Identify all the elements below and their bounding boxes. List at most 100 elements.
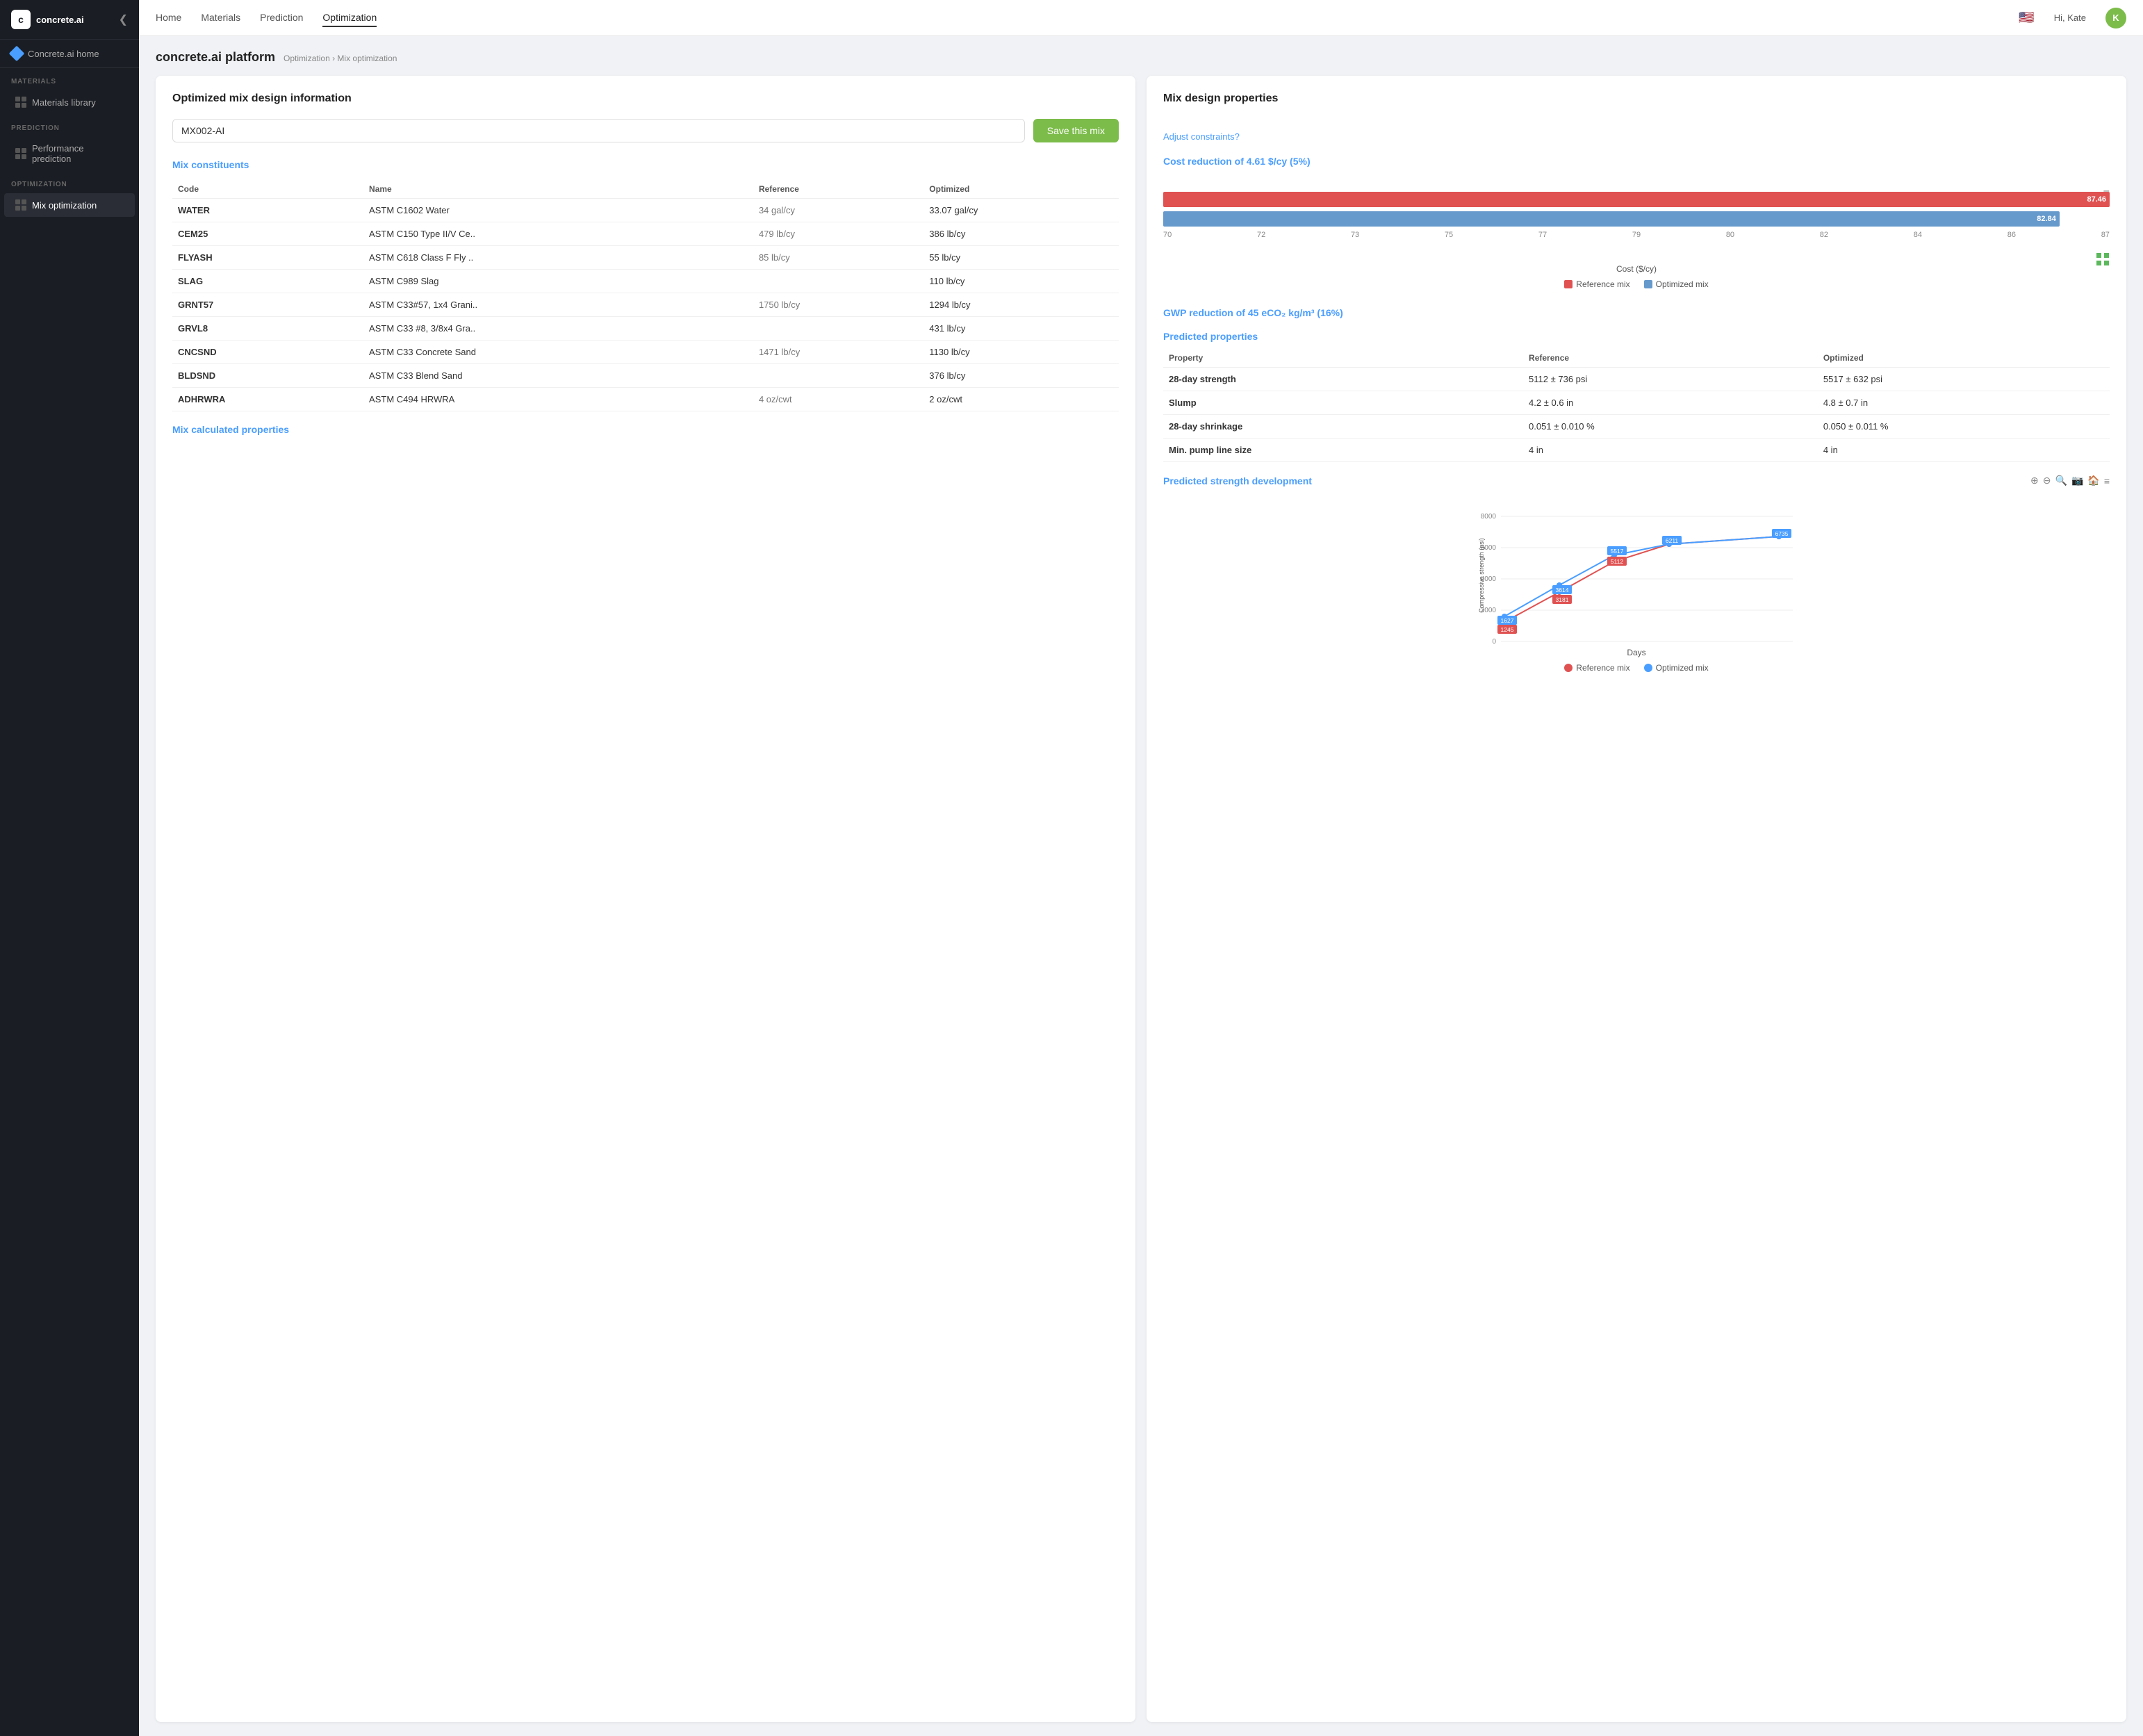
sidebar-item-label: Mix optimization <box>32 200 97 211</box>
svg-text:6735: 6735 <box>1775 530 1789 537</box>
home-diamond-icon <box>9 46 25 62</box>
logo-icon: c <box>11 10 31 29</box>
user-avatar[interactable]: K <box>2105 8 2126 28</box>
days-axis-label: Days <box>1163 648 2110 657</box>
col-optimized: Optimized <box>923 180 1119 199</box>
cell-optimized: 431 lb/cy <box>923 317 1119 341</box>
strength-chart-header: Predicted strength development ⊕ ⊖ 🔍 📷 🏠… <box>1163 475 2110 486</box>
strength-legend-opt: Optimized mix <box>1644 663 1709 673</box>
cell-name: ASTM C494 HRWRA <box>363 388 753 411</box>
cell-name: ASTM C989 Slag <box>363 270 753 293</box>
cell-reference: 1750 lb/cy <box>753 293 923 317</box>
svg-text:Compressive strength (psi): Compressive strength (psi) <box>1478 538 1485 613</box>
left-card-title: Optimized mix design information <box>172 92 1119 105</box>
cost-reduction-label: Cost reduction of 4.61 $/cy (5%) <box>1163 156 2110 167</box>
strength-legend-opt-label: Optimized mix <box>1656 663 1709 673</box>
cell-code: CEM25 <box>172 222 363 246</box>
bar-axis-title: Cost ($/cy) <box>1163 264 2110 274</box>
magnify-icon[interactable]: 🔍 <box>2055 475 2067 486</box>
pred-reference: 5112 ± 736 psi <box>1523 368 1818 391</box>
svg-text:3614: 3614 <box>1556 587 1569 593</box>
sidebar: c concrete.ai ❮ Concrete.ai home MATERIA… <box>0 0 139 1736</box>
pred-col-property: Property <box>1163 349 1523 368</box>
cell-reference <box>753 317 923 341</box>
sidebar-logo: c concrete.ai ❮ <box>0 0 139 40</box>
nav-prediction[interactable]: Prediction <box>260 9 303 27</box>
bar-axis: 70 72 73 75 77 79 80 82 84 86 87 <box>1163 231 2110 239</box>
table-row: ADHRWRA ASTM C494 HRWRA 4 oz/cwt 2 oz/cw… <box>172 388 1119 411</box>
sidebar-home-label: Concrete.ai home <box>28 49 99 59</box>
pred-table-row: 28-day shrinkage 0.051 ± 0.010 % 0.050 ±… <box>1163 415 2110 439</box>
pred-optimized: 5517 ± 632 psi <box>1818 368 2110 391</box>
zoom-out-icon[interactable]: ⊖ <box>2043 475 2051 486</box>
grid-icon-svg <box>2096 252 2110 266</box>
bar-chart-grid-icon[interactable] <box>2096 252 2110 268</box>
pred-reference: 0.051 ± 0.010 % <box>1523 415 1818 439</box>
sidebar-section-optimization: OPTIMIZATION <box>0 171 139 193</box>
predicted-props-table: Property Reference Optimized 28-day stre… <box>1163 349 2110 462</box>
sidebar-item-materials-library[interactable]: Materials library <box>4 90 135 114</box>
pred-optimized: 4 in <box>1818 439 2110 462</box>
legend-opt: Optimized mix <box>1644 279 1709 289</box>
main-columns: Optimized mix design information Save th… <box>156 76 2126 1722</box>
language-flag[interactable]: 🇺🇸 <box>2019 10 2034 25</box>
cell-name: ASTM C1602 Water <box>363 199 753 222</box>
pred-table-row: 28-day strength 5112 ± 736 psi 5517 ± 63… <box>1163 368 2110 391</box>
cell-code: WATER <box>172 199 363 222</box>
predicted-properties-section: Predicted properties Property Reference … <box>1163 331 2110 462</box>
adjust-constraints-link[interactable]: Adjust constraints? <box>1163 131 2110 142</box>
table-row: GRNT57 ASTM C33#57, 1x4 Grani.. 1750 lb/… <box>172 293 1119 317</box>
left-card: Optimized mix design information Save th… <box>156 76 1135 1722</box>
cell-reference: 479 lb/cy <box>753 222 923 246</box>
mix-id-row: Save this mix <box>172 119 1119 142</box>
cell-code: BLDSND <box>172 364 363 388</box>
calc-properties-link[interactable]: Mix calculated properties <box>172 424 289 435</box>
svg-text:5112: 5112 <box>1611 558 1624 565</box>
cell-code: CNCSND <box>172 341 363 364</box>
nav-materials[interactable]: Materials <box>201 9 240 27</box>
chart-icons: ⊕ ⊖ 🔍 📷 🏠 ≡ <box>2030 475 2110 486</box>
bar-reference: 87.46 <box>1163 192 2110 207</box>
cell-reference: 1471 lb/cy <box>753 341 923 364</box>
sidebar-item-label: Materials library <box>32 97 96 108</box>
svg-text:1627: 1627 <box>1501 617 1514 624</box>
sidebar-item-mix-optimization[interactable]: Mix optimization <box>4 193 135 217</box>
strength-legend-opt-dot <box>1644 664 1652 672</box>
download-icon[interactable]: 📷 <box>2071 475 2083 486</box>
cell-reference <box>753 364 923 388</box>
pred-property: 28-day shrinkage <box>1163 415 1523 439</box>
sidebar-item-label: Performance prediction <box>32 143 124 164</box>
cell-name: ASTM C33 Blend Sand <box>363 364 753 388</box>
bar-opt-label: 82.84 <box>2037 215 2056 223</box>
svg-text:3181: 3181 <box>1556 596 1569 603</box>
cell-reference <box>753 270 923 293</box>
cell-name: ASTM C33 #8, 3/8x4 Gra.. <box>363 317 753 341</box>
save-button[interactable]: Save this mix <box>1033 119 1119 142</box>
cell-optimized: 1294 lb/cy <box>923 293 1119 317</box>
nav-home[interactable]: Home <box>156 9 181 27</box>
table-row: CEM25 ASTM C150 Type II/V Ce.. 479 lb/cy… <box>172 222 1119 246</box>
cell-optimized: 55 lb/cy <box>923 246 1119 270</box>
top-navigation: Home Materials Prediction Optimization 🇺… <box>139 0 2143 36</box>
mix-optimization-icon <box>15 199 26 211</box>
cell-optimized: 33.07 gal/cy <box>923 199 1119 222</box>
pred-table-row: Min. pump line size 4 in 4 in <box>1163 439 2110 462</box>
strength-legend-ref-label: Reference mix <box>1576 663 1629 673</box>
strength-chart-section: Predicted strength development ⊕ ⊖ 🔍 📷 🏠… <box>1163 475 2110 673</box>
svg-text:6211: 6211 <box>1666 537 1679 544</box>
bar-opt-row: 82.84 <box>1163 211 2110 227</box>
sidebar-item-performance-prediction[interactable]: Performance prediction <box>4 137 135 170</box>
pred-optimized: 0.050 ± 0.011 % <box>1818 415 2110 439</box>
sidebar-section-materials: MATERIALS <box>0 68 139 90</box>
sidebar-collapse-icon[interactable]: ❮ <box>119 13 128 26</box>
sidebar-home-item[interactable]: Concrete.ai home <box>0 40 139 68</box>
zoom-in-icon[interactable]: ⊕ <box>2030 475 2039 486</box>
pred-col-optimized: Optimized <box>1818 349 2110 368</box>
table-row: BLDSND ASTM C33 Blend Sand 376 lb/cy <box>172 364 1119 388</box>
bars-wrap: 87.46 82.84 70 72 73 75 <box>1163 188 2110 260</box>
materials-library-icon <box>15 97 26 108</box>
nav-optimization[interactable]: Optimization <box>322 9 377 27</box>
menu-icon[interactable]: ≡ <box>2104 475 2110 486</box>
home-icon[interactable]: 🏠 <box>2087 475 2099 486</box>
mix-id-input[interactable] <box>172 119 1025 142</box>
